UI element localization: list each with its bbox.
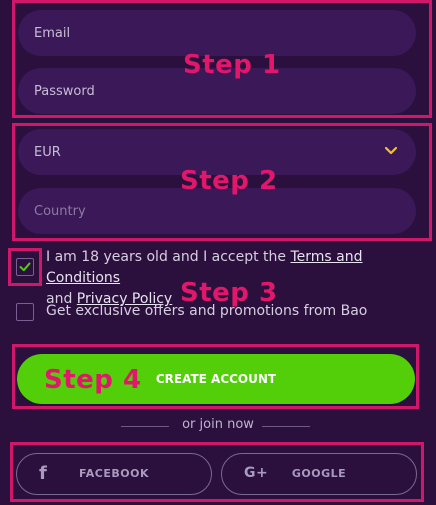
step4-label: Step 4 [44,365,142,395]
offers-checkbox[interactable] [16,303,34,321]
offers-text: Get exclusive offers and promotions from… [46,303,368,319]
step3-annotation-box [8,248,42,286]
age-prefix: I am 18 years old and I accept the [46,249,291,265]
join-text: or join now [182,417,254,432]
divider-right [262,426,310,427]
social-annotation-box [10,442,424,502]
step1-label: Step 1 [183,50,281,80]
step2-label: Step 2 [180,166,278,196]
